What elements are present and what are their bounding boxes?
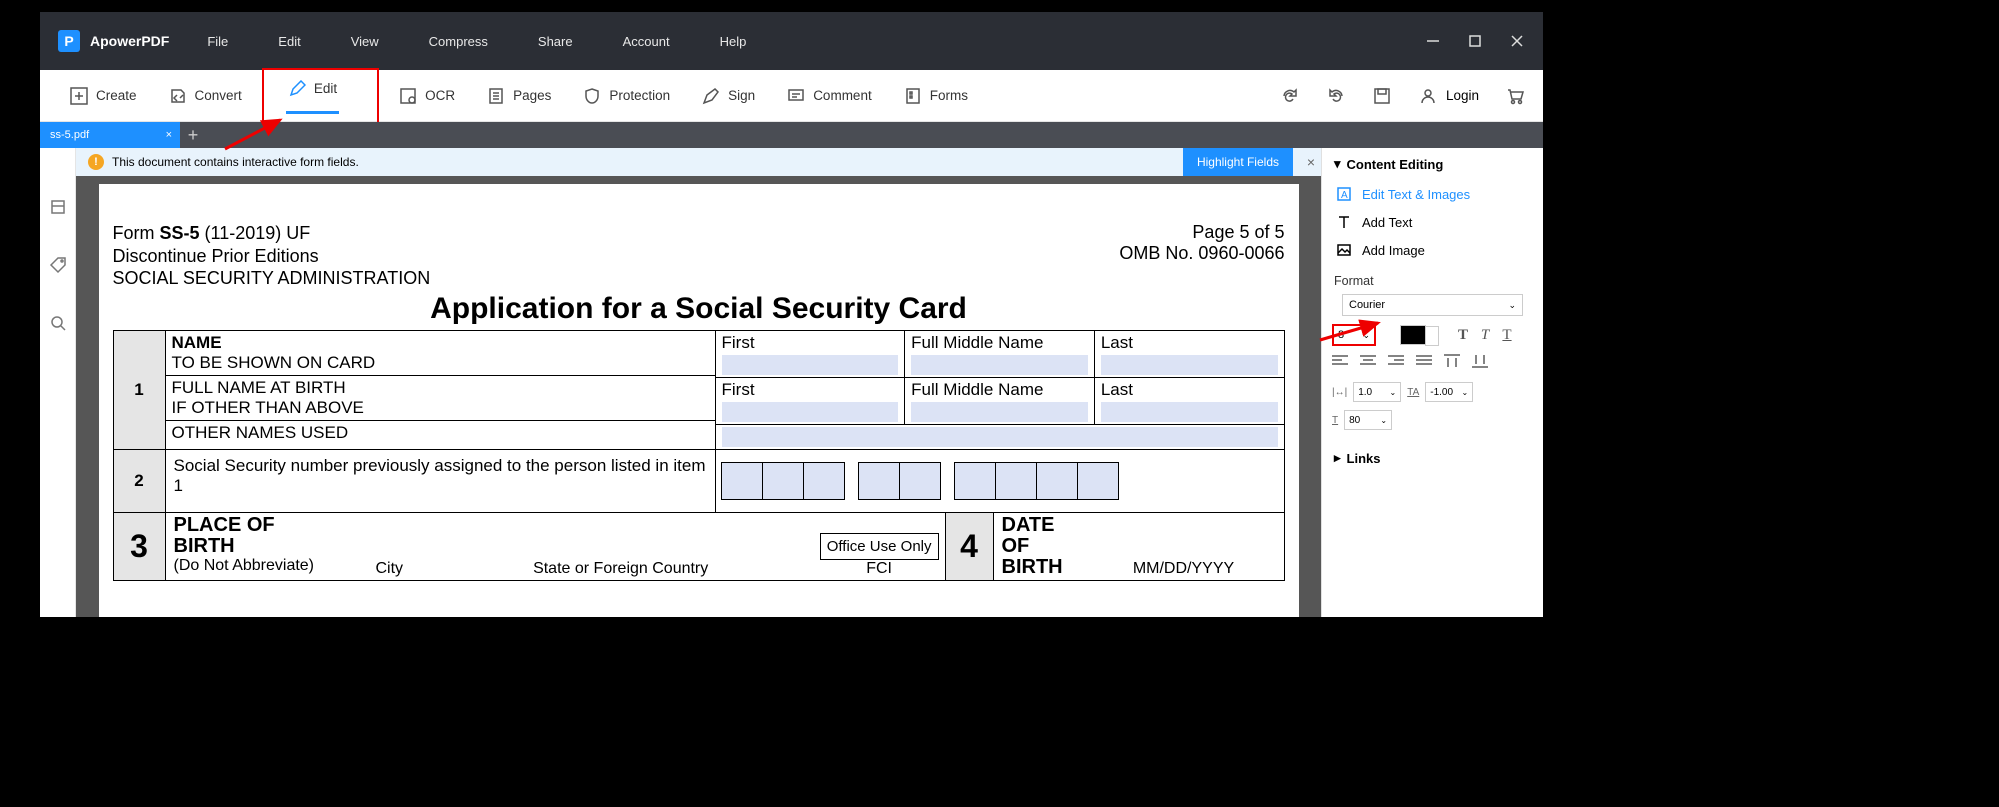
section-4-number: 4 (946, 513, 994, 580)
last-name-field[interactable] (1101, 355, 1278, 375)
first-name-field[interactable] (722, 355, 899, 375)
scale-icon: T (1332, 415, 1338, 426)
underline-button[interactable]: T (1498, 326, 1516, 344)
protection-button[interactable]: Protection (571, 81, 682, 111)
notification-bar: ! This document contains interactive for… (76, 148, 1321, 176)
align-right-icon[interactable] (1388, 354, 1404, 368)
menu-share[interactable]: Share (538, 34, 573, 49)
font-size-input[interactable]: 8⌄ (1332, 324, 1376, 346)
cart-icon[interactable] (1505, 86, 1525, 106)
chevron-down-icon: ▾ (1334, 156, 1341, 172)
forms-button[interactable]: Forms (892, 81, 980, 111)
document-title: Application for a Social Security Card (113, 292, 1285, 326)
menu-edit[interactable]: Edit (278, 34, 300, 49)
tab-add-button[interactable]: + (180, 122, 206, 148)
section-3-number: 3 (114, 513, 166, 580)
menu-help[interactable]: Help (720, 34, 747, 49)
maximize-button[interactable] (1467, 33, 1483, 49)
edit-text-images-button[interactable]: A Edit Text & Images (1322, 180, 1543, 208)
convert-icon (169, 87, 187, 105)
menu-account[interactable]: Account (623, 34, 670, 49)
app-name: ApowerPDF (90, 33, 169, 49)
minimize-button[interactable] (1425, 33, 1441, 49)
search-icon[interactable] (49, 314, 67, 332)
highlight-fields-button[interactable]: Highlight Fields (1183, 148, 1293, 176)
notification-close-icon[interactable]: × (1307, 154, 1315, 170)
edit-button[interactable]: Edit (276, 74, 349, 104)
menu-view[interactable]: View (351, 34, 379, 49)
align-top-icon[interactable] (1444, 354, 1460, 368)
right-panel: ▾ Content Editing A Edit Text & Images A… (1321, 148, 1543, 617)
left-rail (40, 148, 76, 617)
comment-button[interactable]: Comment (775, 81, 884, 111)
svg-text:A: A (1341, 190, 1348, 201)
links-header[interactable]: ▸ Links (1322, 442, 1543, 474)
birth-middle-field[interactable] (911, 402, 1088, 422)
other-names-field[interactable] (722, 427, 1278, 447)
line-height-icon: TA (1407, 387, 1419, 398)
menu-bar: File Edit View Compress Share Account He… (207, 34, 746, 49)
middle-name-field[interactable] (911, 355, 1088, 375)
pencil-icon (288, 80, 306, 98)
pages-button[interactable]: Pages (475, 81, 563, 111)
document-viewport[interactable]: Form SS-5 (11-2019) UF Discontinue Prior… (76, 176, 1321, 617)
redo-icon[interactable] (1280, 86, 1300, 106)
birth-last-field[interactable] (1101, 402, 1278, 422)
menu-file[interactable]: File (207, 34, 228, 49)
tab-close-icon[interactable]: × (166, 129, 172, 141)
pdf-page: Form SS-5 (11-2019) UF Discontinue Prior… (99, 184, 1299, 617)
convert-button[interactable]: Convert (157, 81, 254, 111)
app-logo: P (58, 30, 80, 52)
font-color-picker[interactable] (1400, 325, 1426, 345)
scale-input[interactable]: 80⌄ (1344, 410, 1392, 430)
sign-button[interactable]: Sign (690, 81, 767, 111)
align-bottom-icon[interactable] (1472, 354, 1488, 368)
warning-icon: ! (88, 154, 104, 170)
section-2-number: 2 (113, 449, 165, 512)
ssn-fields (716, 450, 1284, 512)
text-icon (1336, 214, 1352, 230)
char-spacing-input[interactable]: 1.0⌄ (1353, 382, 1401, 402)
notification-text: This document contains interactive form … (112, 155, 359, 169)
close-button[interactable] (1509, 33, 1525, 49)
text-edit-icon: A (1336, 186, 1352, 202)
align-justify-icon[interactable] (1416, 354, 1432, 368)
toolbar: Create Convert Edit OCR Pages Protection… (40, 70, 1543, 122)
format-header: Format (1322, 264, 1543, 294)
line-height-input[interactable]: -1.00⌄ (1425, 382, 1473, 402)
content-editing-header[interactable]: ▾ Content Editing (1322, 148, 1543, 180)
add-image-button[interactable]: Add Image (1322, 236, 1543, 264)
comment-icon (787, 87, 805, 105)
thumbnails-icon[interactable] (49, 198, 67, 216)
font-select[interactable]: Courier⌄ (1332, 294, 1533, 316)
char-spacing-icon: |↔| (1332, 387, 1347, 398)
tags-icon[interactable] (49, 256, 67, 274)
bold-button[interactable]: T (1454, 326, 1472, 344)
align-left-icon[interactable] (1332, 354, 1348, 368)
birth-first-field[interactable] (722, 402, 899, 422)
ocr-icon (399, 87, 417, 105)
section-1-number: 1 (113, 330, 165, 449)
chevron-down-icon: ⌄ (1508, 300, 1516, 311)
plus-icon (70, 87, 88, 105)
add-text-button[interactable]: Add Text (1322, 208, 1543, 236)
undo-icon[interactable] (1326, 86, 1346, 106)
tab-bar: ss-5.pdf × + (40, 122, 1543, 148)
user-icon (1418, 86, 1438, 106)
title-bar: P ApowerPDF File Edit View Compress Shar… (40, 12, 1543, 70)
chevron-right-icon: ▸ (1334, 450, 1341, 466)
align-center-icon[interactable] (1360, 354, 1376, 368)
create-button[interactable]: Create (58, 81, 149, 111)
image-icon (1336, 242, 1352, 258)
ocr-button[interactable]: OCR (387, 81, 467, 111)
document-tab[interactable]: ss-5.pdf × (40, 122, 180, 148)
pages-icon (487, 87, 505, 105)
italic-button[interactable]: T (1476, 326, 1494, 344)
login-button[interactable]: Login (1418, 86, 1479, 106)
save-icon[interactable] (1372, 86, 1392, 106)
menu-compress[interactable]: Compress (429, 34, 488, 49)
shield-icon (583, 87, 601, 105)
forms-icon (904, 87, 922, 105)
pen-icon (702, 87, 720, 105)
